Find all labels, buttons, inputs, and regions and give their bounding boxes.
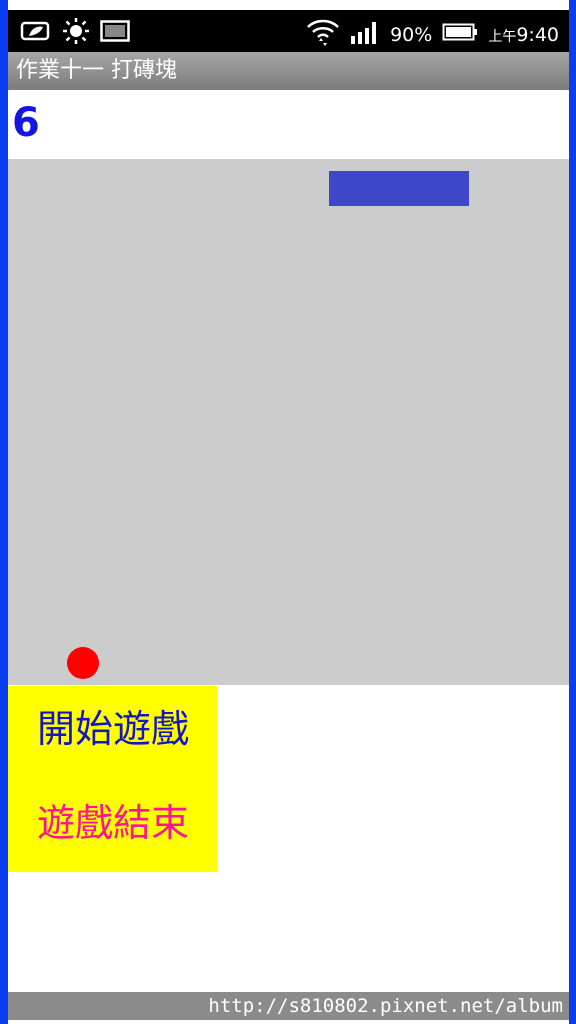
app-title: 作業十一 打磚塊 bbox=[8, 52, 569, 90]
brightness-icon bbox=[62, 17, 90, 49]
score-display: 6 bbox=[12, 100, 40, 146]
battery-saver-icon bbox=[20, 20, 52, 46]
wifi-icon bbox=[306, 16, 340, 53]
battery-percent: 90% bbox=[390, 23, 433, 46]
ball bbox=[67, 647, 99, 679]
end-game-button[interactable]: 遊戲結束 bbox=[8, 800, 218, 846]
clock: 9:40 bbox=[516, 23, 559, 46]
time-prefix: 上午 bbox=[488, 28, 517, 45]
status-left bbox=[20, 17, 130, 49]
status-bar: 90% 上午9:40 bbox=[8, 10, 569, 52]
game-menu: 開始遊戲 遊戲結束 bbox=[8, 686, 218, 872]
signal-icon bbox=[350, 20, 380, 49]
watermark: http://s810802.pixnet.net/album bbox=[8, 992, 569, 1020]
battery-icon bbox=[442, 22, 478, 47]
status-right: 90% 上午9:40 bbox=[306, 16, 559, 53]
screenshot-icon bbox=[100, 19, 130, 47]
paddle[interactable] bbox=[329, 171, 469, 206]
start-game-button[interactable]: 開始遊戲 bbox=[8, 706, 218, 752]
game-field[interactable] bbox=[8, 159, 569, 685]
